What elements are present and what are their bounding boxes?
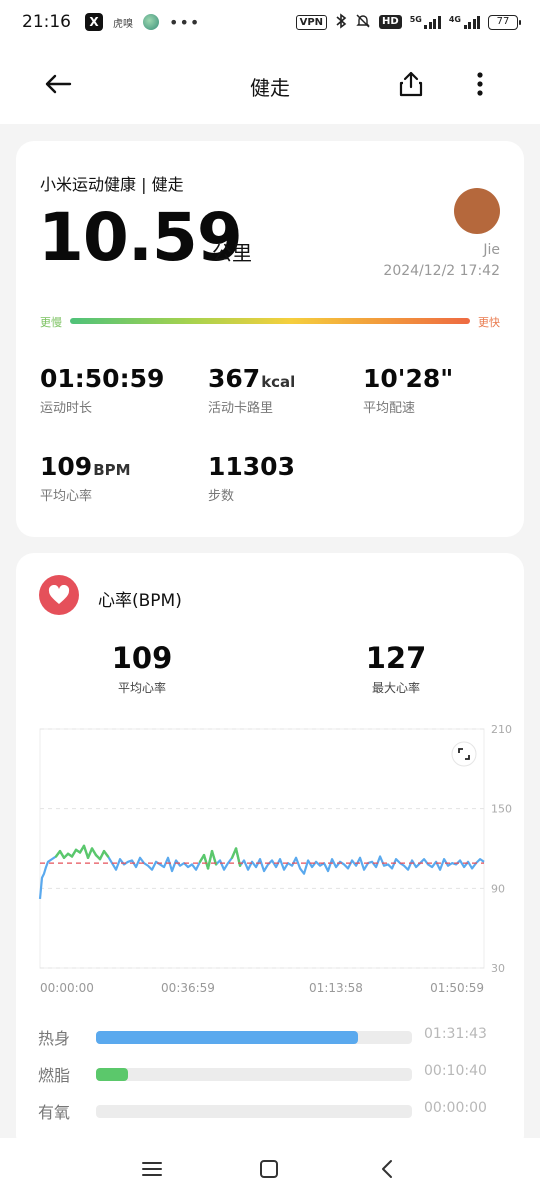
- avatar[interactable]: [454, 188, 500, 234]
- stat-label: 运动时长: [40, 401, 93, 416]
- stat-calories: 367kcal 活动卡路里: [208, 364, 295, 416]
- mute-bell-icon: [355, 13, 371, 32]
- home-button[interactable]: [252, 1152, 286, 1186]
- bluetooth-icon: [335, 12, 347, 32]
- stat-avg-heart-rate: 109BPM 平均心率: [40, 452, 131, 504]
- zone-time: 00:00:00: [424, 1100, 487, 1116]
- signal-4g-icon: 4G: [449, 15, 480, 29]
- status-time: 21:16: [22, 12, 71, 32]
- huxiu-app-icon: 虎嗅: [113, 18, 133, 30]
- signal-4g-label: 4G: [448, 15, 461, 24]
- system-nav-bar: [0, 1138, 540, 1200]
- signal-5g-icon: 5G: [410, 15, 441, 29]
- status-bar: 21:16 X 虎嗅 ••• VPN HD 5G 4G 77: [0, 0, 540, 44]
- series-highlight-segment: [102, 849, 110, 858]
- more-notifications-icon: •••: [169, 12, 201, 32]
- workout-source: 小米运动健康 | 健走: [40, 175, 184, 194]
- x-tick-label: 00:00:00: [40, 981, 94, 995]
- chevron-left-icon: [382, 1160, 392, 1178]
- stat-label: 平均配速: [363, 401, 416, 416]
- stat-value: 10'28": [363, 364, 454, 393]
- stat-value: 109: [40, 452, 93, 481]
- pace-fast-label: 更快: [478, 316, 500, 329]
- stat-unit: BPM: [93, 461, 131, 479]
- share-button[interactable]: [393, 66, 429, 102]
- more-options-button[interactable]: [462, 66, 498, 102]
- pace-slow-label: 更慢: [40, 316, 62, 329]
- menu-icon: [142, 1162, 162, 1176]
- app-bar: 健走: [0, 44, 540, 124]
- status-right-group: VPN HD 5G 4G 77: [295, 12, 521, 32]
- stat-value: 11303: [208, 452, 295, 481]
- page-title: 健走: [250, 76, 290, 100]
- square-icon: [260, 1160, 278, 1178]
- stat-value: 367: [208, 364, 261, 393]
- system-back-button[interactable]: [370, 1152, 404, 1186]
- zone-name: 热身: [38, 1029, 71, 1048]
- user-name: Jie: [483, 242, 500, 258]
- series-highlight-segment: [82, 844, 90, 859]
- zone-track: [96, 1031, 412, 1044]
- stat-pace: 10'28" 平均配速: [363, 364, 454, 416]
- series-highlight-segment: [86, 847, 94, 859]
- y-tick-label: 150: [491, 803, 512, 816]
- stat-label: 步数: [208, 489, 235, 504]
- zone-time: 01:31:43: [424, 1026, 487, 1042]
- stat-unit: kcal: [261, 373, 296, 391]
- zone-fill: [96, 1031, 359, 1044]
- x-tick-label: 00:36:59: [161, 981, 215, 995]
- y-tick-label: 90: [491, 882, 505, 895]
- heart-rate-chart: 210 150 90 30 00:00:00 00:36:59 01:13:58 01:50:…: [38, 723, 512, 995]
- expand-button-bg: [451, 741, 477, 767]
- x-tick-label: 01:50:59: [430, 981, 484, 995]
- series-highlight-segment: [206, 849, 214, 870]
- zone-fill: [96, 1068, 128, 1081]
- zone-name: 有氧: [38, 1103, 71, 1122]
- expand-chart-button[interactable]: [451, 741, 477, 767]
- browser-app-icon: [143, 14, 159, 30]
- distance-unit: 公里: [212, 241, 252, 265]
- stat-steps: 11303 步数: [208, 452, 296, 504]
- chart-frame: [39, 728, 485, 969]
- battery-icon: 77: [488, 14, 521, 30]
- vpn-icon: VPN: [295, 14, 328, 30]
- y-tick-label: 30: [491, 962, 505, 975]
- zone-track: [96, 1105, 412, 1118]
- zone-name: 燃脂: [38, 1066, 71, 1085]
- zone-track: [96, 1068, 412, 1081]
- x-tick-label: 01:13:58: [309, 981, 363, 995]
- heart-rate-card: 心率(BPM) 109 平均心率 127 最大心率 210 150 90 30 00:0…: [16, 553, 524, 1153]
- x-app-icon: X: [85, 13, 103, 31]
- stat-value: 01:50:59: [40, 364, 165, 393]
- pace-gradient-bar: [70, 318, 470, 324]
- y-tick-label: 210: [491, 723, 512, 736]
- signal-5g-label: 5G: [409, 15, 422, 24]
- zone-row-warmup: 热身 01:31:43: [38, 1025, 508, 1049]
- more-vertical-icon: [477, 72, 483, 96]
- hd-call-icon: HD: [379, 15, 402, 29]
- stat-label: 活动卡路里: [208, 401, 274, 416]
- workout-summary-card: 小米运动健康 | 健走 10.59 公里 Jie 2024/12/2 17:42…: [16, 141, 524, 537]
- stat-label: 平均心率: [40, 489, 93, 504]
- zone-time: 00:10:40: [424, 1063, 487, 1079]
- series-highlight-segment: [210, 849, 218, 866]
- workout-datetime: 2024/12/2 17:42: [383, 263, 500, 279]
- stat-duration: 01:50:59 运动时长: [40, 364, 165, 416]
- zone-row-fat-burn: 燃脂 00:10:40: [38, 1062, 508, 1086]
- zone-row-aerobic: 有氧 00:00:00: [38, 1099, 508, 1123]
- share-icon: [399, 71, 423, 97]
- recent-apps-button[interactable]: [135, 1152, 169, 1186]
